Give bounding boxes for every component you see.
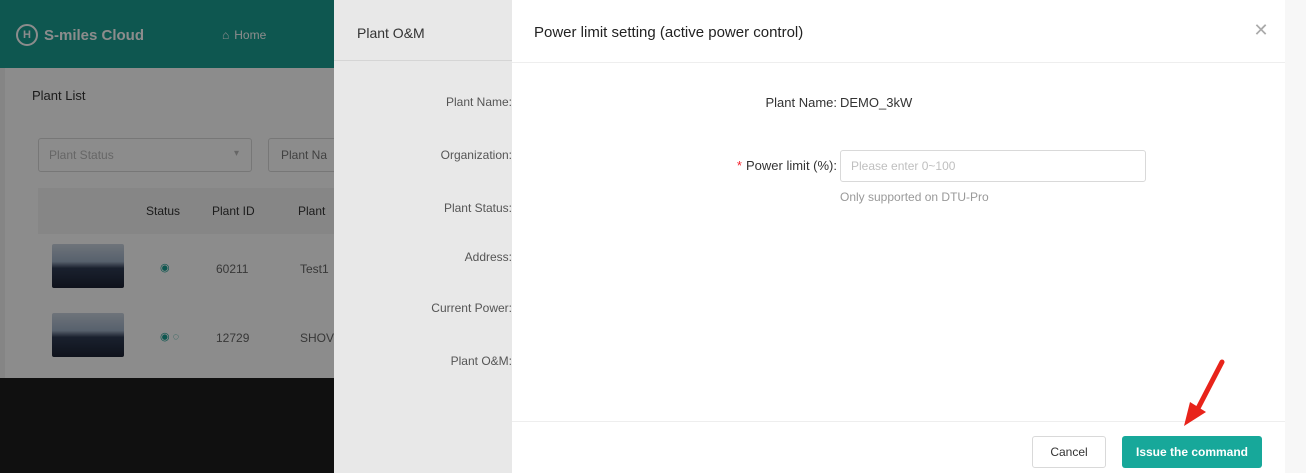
field-label-organization: Organization: [440, 148, 512, 162]
plant-om-drawer: Plant O&M Plant Name: Organization: Plan… [334, 0, 512, 473]
required-mark: * [736, 158, 742, 173]
drawer-title: Plant O&M [357, 25, 425, 41]
power-limit-label: * Power limit (%): [737, 158, 837, 173]
annotation-arrow-icon [1184, 359, 1225, 426]
field-label-plant-name: Plant Name: [445, 95, 512, 109]
issue-command-button[interactable]: Issue the command [1122, 436, 1262, 468]
page-edge [1285, 0, 1306, 473]
field-label-current-power: Current Power: [431, 301, 512, 315]
plant-name-value: DEMO_3kW [840, 95, 913, 110]
field-hint: Only supported on DTU-Pro [840, 190, 989, 204]
modal-title: Power limit setting (active power contro… [534, 24, 804, 41]
cancel-button[interactable]: Cancel [1032, 436, 1106, 468]
plant-name-label: Plant Name: [765, 95, 837, 110]
close-icon[interactable]: ✕ [1251, 20, 1271, 40]
divider [512, 421, 1285, 422]
power-limit-label-text: Power limit (%): [745, 158, 837, 173]
power-limit-input[interactable] [840, 150, 1146, 182]
divider [512, 62, 1285, 63]
power-limit-modal: Power limit setting (active power contro… [512, 0, 1285, 473]
field-label-address: Address: [464, 250, 512, 264]
field-label-plant-om: Plant O&M: [450, 354, 512, 368]
divider [334, 60, 512, 61]
field-label-plant-status: Plant Status: [443, 201, 512, 215]
